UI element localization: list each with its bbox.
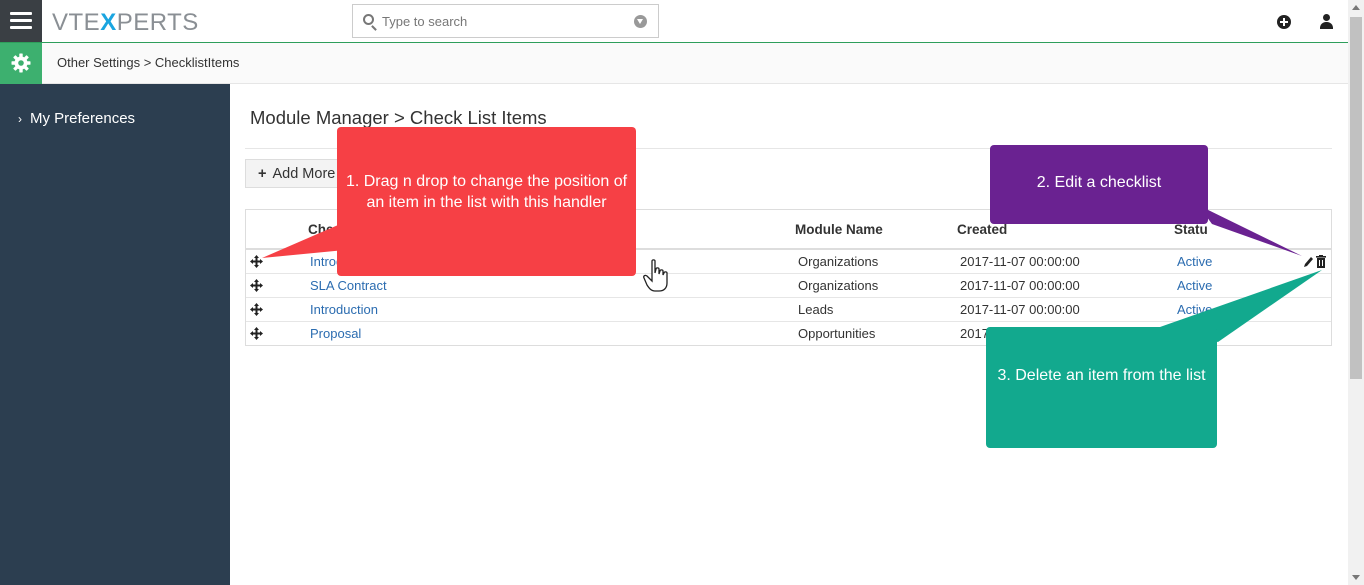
column-header-created[interactable]: Created (957, 222, 1007, 237)
created-cell: 2017-11-07 00:00:00 (960, 254, 1080, 269)
trash-icon[interactable] (1316, 255, 1326, 268)
created-cell: 2017 (960, 326, 989, 341)
created-cell: 2017-11-07 00:00:00 (960, 302, 1080, 317)
column-header-checklist-name[interactable]: Che (308, 222, 334, 237)
status-link[interactable]: Active (1177, 278, 1212, 293)
drag-handle-icon[interactable] (250, 327, 263, 340)
add-icon[interactable] (1277, 15, 1291, 29)
top-header: VTEXPERTS Type to search (0, 0, 1348, 43)
status-link[interactable]: Active (1177, 302, 1212, 317)
drag-handle-icon[interactable] (250, 279, 263, 292)
breadcrumb[interactable]: Other Settings > ChecklistItems (57, 55, 239, 70)
vtexperts-logo[interactable]: VTEXPERTS (52, 9, 199, 37)
pencil-icon[interactable] (1304, 257, 1313, 267)
module-name-cell: Organizations (798, 278, 879, 293)
sidebar: › My Preferences (0, 84, 230, 585)
scroll-down-arrow-icon[interactable] (1352, 575, 1360, 580)
callout-edit: 2. Edit a checklist (990, 145, 1208, 224)
table-row: SLA Contract Organizations 2017-11-07 00… (246, 274, 1331, 298)
sidebar-item-my-preferences[interactable]: › My Preferences (18, 110, 135, 127)
vertical-scrollbar[interactable] (1348, 0, 1364, 585)
callout-delete: 3. Delete an item from the list (986, 327, 1217, 448)
scroll-up-arrow-icon[interactable] (1352, 5, 1360, 10)
hamburger-menu-icon[interactable] (0, 0, 42, 42)
chevron-down-icon[interactable] (634, 15, 647, 28)
checklist-name-link[interactable]: Introduction (310, 302, 378, 317)
drag-handle-icon[interactable] (250, 255, 263, 268)
hand-cursor-icon (643, 259, 668, 292)
module-name-cell: Organizations (798, 254, 879, 269)
plus-icon: + (258, 166, 267, 182)
user-icon[interactable] (1320, 14, 1333, 29)
gear-icon (11, 53, 31, 73)
column-header-status[interactable]: Statu (1174, 222, 1208, 237)
scrollbar-thumb[interactable] (1350, 17, 1362, 379)
search-box[interactable]: Type to search (352, 4, 659, 38)
created-cell: 2017-11-07 00:00:00 (960, 278, 1080, 293)
settings-button[interactable] (0, 43, 42, 84)
table-row: Introduction Leads 2017-11-07 00:00:00 A… (246, 298, 1331, 322)
status-link[interactable]: Active (1177, 254, 1212, 269)
row-actions (1304, 255, 1326, 268)
chevron-right-icon: › (18, 112, 22, 126)
search-icon (363, 14, 374, 25)
checklist-name-link[interactable]: SLA Contract (310, 278, 387, 293)
module-name-cell: Leads (798, 302, 834, 317)
callout-drag-drop: 1. Drag n drop to change the position of… (337, 127, 636, 276)
checklist-name-link[interactable]: Proposal (310, 326, 361, 341)
drag-handle-icon[interactable] (250, 303, 263, 316)
module-name-cell: Opportunities (798, 326, 876, 341)
column-header-module-name[interactable]: Module Name (795, 222, 883, 237)
breadcrumb-bar: Other Settings > ChecklistItems (0, 43, 1348, 84)
search-input[interactable]: Type to search (382, 14, 467, 29)
page-title: Module Manager > Check List Items (250, 107, 547, 128)
